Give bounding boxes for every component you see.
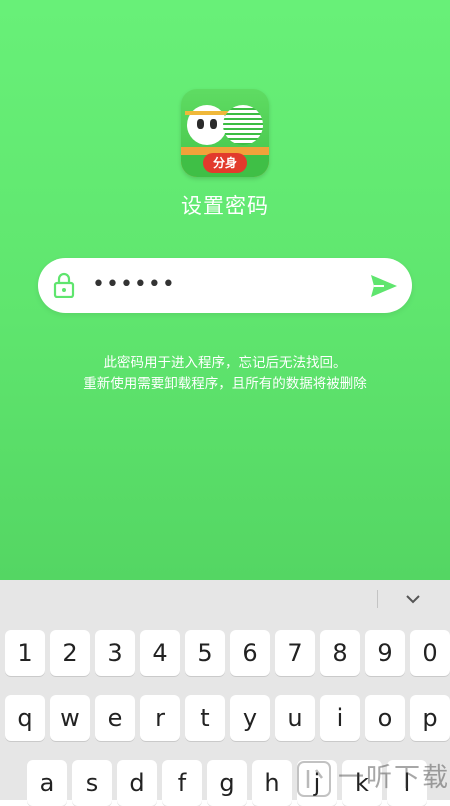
password-field[interactable]: •••••• (38, 258, 412, 313)
chevron-down-icon[interactable] (404, 591, 422, 607)
page-title: 设置密码 (181, 194, 269, 218)
watermark-text: 一听下载 (338, 763, 450, 793)
key-9[interactable]: 9 (365, 630, 405, 676)
key-u[interactable]: u (275, 695, 315, 741)
lock-icon (53, 272, 75, 298)
key-g[interactable]: g (207, 760, 247, 806)
key-8[interactable]: 8 (320, 630, 360, 676)
mascot-face-right (223, 105, 263, 145)
key-6[interactable]: 6 (230, 630, 270, 676)
password-value[interactable]: •••••• (92, 271, 176, 299)
app-icon: 分身 (181, 89, 269, 177)
key-d[interactable]: d (117, 760, 157, 806)
key-f[interactable]: f (162, 760, 202, 806)
key-0[interactable]: 0 (410, 630, 450, 676)
hint-line-1: 此密码用于进入程序，忘记后无法找回。 (103, 355, 347, 371)
send-icon[interactable] (370, 272, 398, 300)
key-r[interactable]: r (140, 695, 180, 741)
password-hint: 此密码用于进入程序，忘记后无法找回。 重新使用需要卸载程序，且所有的数据将被删除 (0, 353, 450, 395)
key-5[interactable]: 5 (185, 630, 225, 676)
key-o[interactable]: o (365, 695, 405, 741)
key-3[interactable]: 3 (95, 630, 135, 676)
keyboard-toolbar (0, 580, 450, 618)
key-2[interactable]: 2 (50, 630, 90, 676)
key-s[interactable]: s (72, 760, 112, 806)
key-7[interactable]: 7 (275, 630, 315, 676)
key-i[interactable]: i (320, 695, 360, 741)
key-q[interactable]: q (5, 695, 45, 741)
lock-setup-screen: 分身 设置密码 •••••• 此密码用于进入程序，忘记后无法找回。 重新使用需要… (0, 0, 450, 580)
key-4[interactable]: 4 (140, 630, 180, 676)
key-y[interactable]: y (230, 695, 270, 741)
key-p[interactable]: p (410, 695, 450, 741)
key-h[interactable]: h (252, 760, 292, 806)
key-e[interactable]: e (95, 695, 135, 741)
key-w[interactable]: w (50, 695, 90, 741)
key-1[interactable]: 1 (5, 630, 45, 676)
toolbar-divider (377, 590, 378, 608)
app-badge: 分身 (203, 153, 247, 173)
key-a[interactable]: a (27, 760, 67, 806)
watermark: 一听下载 (296, 756, 450, 800)
mascot-face-left (185, 105, 229, 145)
hint-line-2: 重新使用需要卸载程序，且所有的数据将被删除 (83, 376, 367, 392)
key-t[interactable]: t (185, 695, 225, 741)
